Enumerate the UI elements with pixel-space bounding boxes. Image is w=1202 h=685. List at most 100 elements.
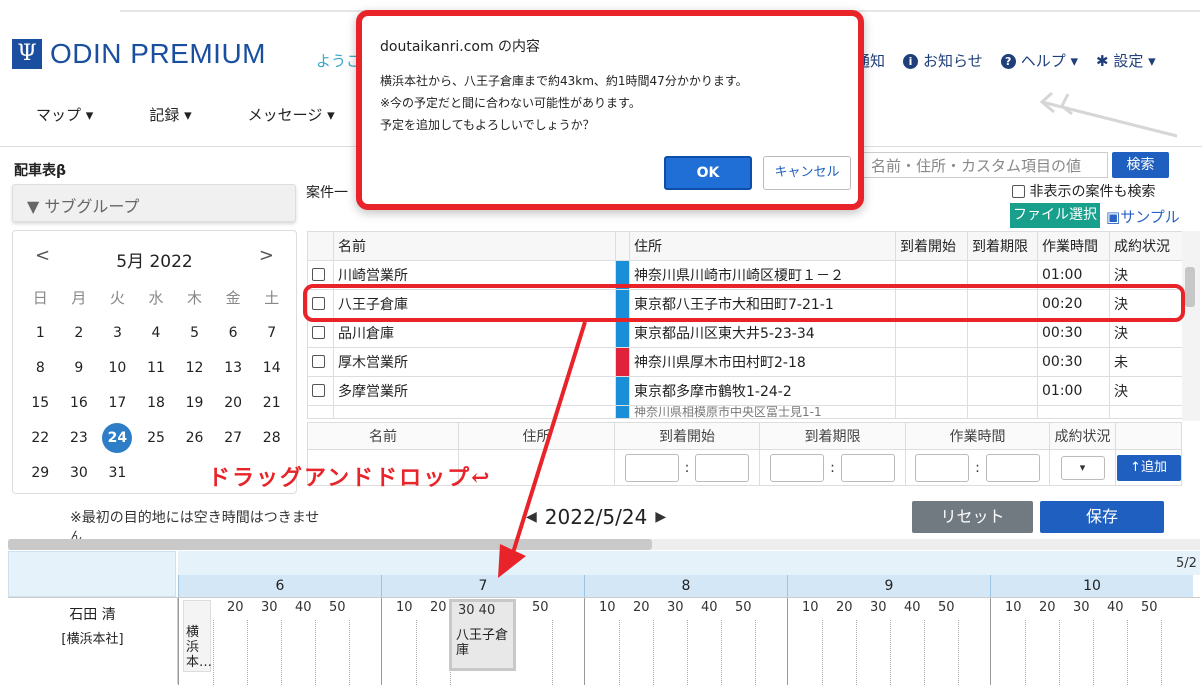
col-arrival-start[interactable]: 到着開始 bbox=[895, 231, 968, 261]
calendar-day[interactable]: 16 bbox=[60, 386, 99, 421]
weekday-label: 月 bbox=[71, 289, 87, 307]
subgroup-dropdown[interactable]: ▼ サブグループ bbox=[12, 184, 296, 222]
row-check[interactable] bbox=[307, 376, 334, 406]
sample-link[interactable]: ▣サンプル bbox=[1106, 206, 1180, 227]
ok-button[interactable]: OK bbox=[664, 156, 752, 190]
hour-label: 8 bbox=[584, 575, 787, 597]
row-check[interactable] bbox=[307, 347, 334, 377]
hidden-cases-checkbox[interactable]: 非表示の案件も検索 bbox=[1012, 181, 1155, 201]
status-select[interactable]: ▾ bbox=[1060, 455, 1105, 480]
grid-line bbox=[721, 620, 722, 685]
col-name[interactable]: 名前 bbox=[333, 231, 616, 261]
row-check[interactable] bbox=[307, 318, 334, 348]
calendar-day[interactable]: 31 bbox=[98, 456, 137, 491]
calendar-day[interactable]: 2 bbox=[60, 316, 99, 351]
search-button[interactable]: 検索 bbox=[1112, 152, 1169, 178]
cancel-button[interactable]: キャンセル bbox=[763, 156, 851, 190]
search-input[interactable]: 名前・住所・カスタム項目の値 bbox=[862, 152, 1108, 178]
calendar-day[interactable]: 14 bbox=[252, 351, 291, 386]
checkbox[interactable] bbox=[312, 384, 325, 397]
reset-button[interactable]: リセット bbox=[912, 501, 1033, 533]
col-status[interactable]: 成約状況 bbox=[1109, 231, 1183, 261]
settings-menu[interactable]: ✱ 設定 ▾ bbox=[1096, 50, 1156, 71]
driver-cell[interactable]: 石田 清 [横浜本社] bbox=[8, 597, 178, 684]
arrival-end-hour[interactable] bbox=[770, 453, 825, 482]
calendar-day[interactable]: 12 bbox=[175, 351, 214, 386]
checkbox[interactable] bbox=[312, 326, 325, 339]
calendar: < 5月 2022 > 日 月 火 水 木 金 土 1 2 3 4 5 6 7 … bbox=[12, 230, 297, 494]
calendar-day[interactable]: 27 bbox=[214, 421, 253, 456]
calendar-day[interactable]: 4 bbox=[137, 316, 176, 351]
work-hour[interactable] bbox=[915, 453, 970, 482]
help-menu[interactable]: ? ヘルプ ▾ bbox=[1000, 50, 1078, 71]
calendar-day-selected[interactable]: 24 bbox=[98, 421, 137, 456]
table-row[interactable]: 多摩営業所 東京都多摩市鶴牧1-24-2 01:00 決 bbox=[307, 376, 1183, 406]
weekday-label: 金 bbox=[225, 289, 241, 307]
calendar-day[interactable]: 18 bbox=[137, 386, 176, 421]
grid-line bbox=[1161, 620, 1162, 685]
calendar-day[interactable]: 19 bbox=[175, 386, 214, 421]
save-button[interactable]: 保存 bbox=[1040, 501, 1164, 533]
calendar-day[interactable]: 8 bbox=[21, 351, 60, 386]
table-scroll-thumb[interactable] bbox=[1185, 267, 1195, 307]
minute-tick: 40 bbox=[1107, 600, 1124, 615]
grid-line bbox=[1025, 620, 1026, 685]
file-select-button[interactable]: ファイル選択 bbox=[1010, 203, 1100, 228]
col-work-time[interactable]: 作業時間 bbox=[1037, 231, 1110, 261]
calendar-next-icon[interactable]: > bbox=[259, 245, 274, 266]
checkbox[interactable] bbox=[312, 355, 325, 368]
nav-message[interactable]: メッセージ ▾ bbox=[248, 104, 335, 125]
app-logo[interactable]: Ψ ODIN PREMIUM bbox=[12, 38, 266, 70]
calendar-day[interactable]: 26 bbox=[175, 421, 214, 456]
calendar-day[interactable]: 15 bbox=[21, 386, 60, 421]
minute-tick: 20 bbox=[227, 600, 244, 615]
calendar-day[interactable]: 9 bbox=[60, 351, 99, 386]
grid-line bbox=[247, 620, 248, 685]
add-button[interactable]: ↑追加 bbox=[1116, 454, 1181, 481]
calendar-day[interactable]: 21 bbox=[252, 386, 291, 421]
dialog-message-line: 予定を追加してもよろしいでしょうか？ bbox=[380, 118, 595, 132]
arrival-start-hour[interactable] bbox=[624, 453, 679, 482]
nav-record[interactable]: 記録 ▾ bbox=[149, 104, 191, 125]
calendar-day[interactable]: 10 bbox=[98, 351, 137, 386]
calendar-day[interactable]: 23 bbox=[60, 421, 99, 456]
calendar-day[interactable]: 1 bbox=[21, 316, 60, 351]
table-scrollbar[interactable] bbox=[1182, 231, 1200, 421]
schedule-job[interactable]: 横浜本… bbox=[183, 600, 212, 672]
calendar-day[interactable]: 22 bbox=[21, 421, 60, 456]
grid-line bbox=[1127, 620, 1128, 685]
calendar-day[interactable]: 5 bbox=[175, 316, 214, 351]
arrival-end-minute[interactable] bbox=[840, 453, 895, 482]
calendar-day[interactable]: 28 bbox=[252, 421, 291, 456]
calendar-day[interactable]: 25 bbox=[137, 421, 176, 456]
driver-timeline[interactable]: 10 20 30 40 50 10 20 50 10 20 30 40 50 1… bbox=[178, 597, 1200, 685]
hour-block: 10 20 30 40 50 bbox=[990, 598, 1193, 685]
case-list-label: 案件一 bbox=[306, 185, 348, 201]
hour-block: 10 20 30 40 50 bbox=[787, 598, 990, 685]
calendar-day[interactable]: 7 bbox=[252, 316, 291, 351]
checkbox[interactable] bbox=[312, 268, 325, 281]
work-minute[interactable] bbox=[985, 453, 1040, 482]
calendar-day[interactable]: 13 bbox=[214, 351, 253, 386]
table-row[interactable]: 厚木営業所 神奈川県厚木市田村町2-18 00:30 未 bbox=[307, 347, 1183, 377]
calendar-day[interactable]: 30 bbox=[60, 456, 99, 491]
row-check[interactable] bbox=[307, 405, 334, 419]
col-address[interactable]: 住所 bbox=[629, 231, 896, 261]
next-day-icon[interactable]: ▶ bbox=[655, 509, 666, 525]
calendar-day[interactable]: 20 bbox=[214, 386, 253, 421]
top-menu: 通知 i お知らせ ? ヘルプ ▾ ✱ 設定 ▾ bbox=[855, 50, 1156, 71]
calendar-day[interactable]: 3 bbox=[98, 316, 137, 351]
checkbox[interactable] bbox=[1012, 185, 1025, 198]
calendar-day[interactable]: 17 bbox=[98, 386, 137, 421]
calendar-day[interactable]: 6 bbox=[214, 316, 253, 351]
cell-work: 01:00 bbox=[1037, 376, 1110, 406]
table-row[interactable]: 神奈川県相模原市中央区冨士見1-1 bbox=[307, 405, 1183, 419]
calendar-day[interactable]: 29 bbox=[21, 456, 60, 491]
col-arrival-end[interactable]: 到着期限 bbox=[967, 231, 1038, 261]
cell-end bbox=[967, 405, 1038, 419]
info-link[interactable]: i お知らせ bbox=[903, 50, 983, 71]
table-row[interactable]: 品川倉庫 東京都品川区東大井5-23-34 00:30 決 bbox=[307, 318, 1183, 348]
calendar-day[interactable]: 11 bbox=[137, 351, 176, 386]
nav-map[interactable]: マップ ▾ bbox=[36, 104, 93, 125]
arrival-start-minute[interactable] bbox=[695, 453, 750, 482]
